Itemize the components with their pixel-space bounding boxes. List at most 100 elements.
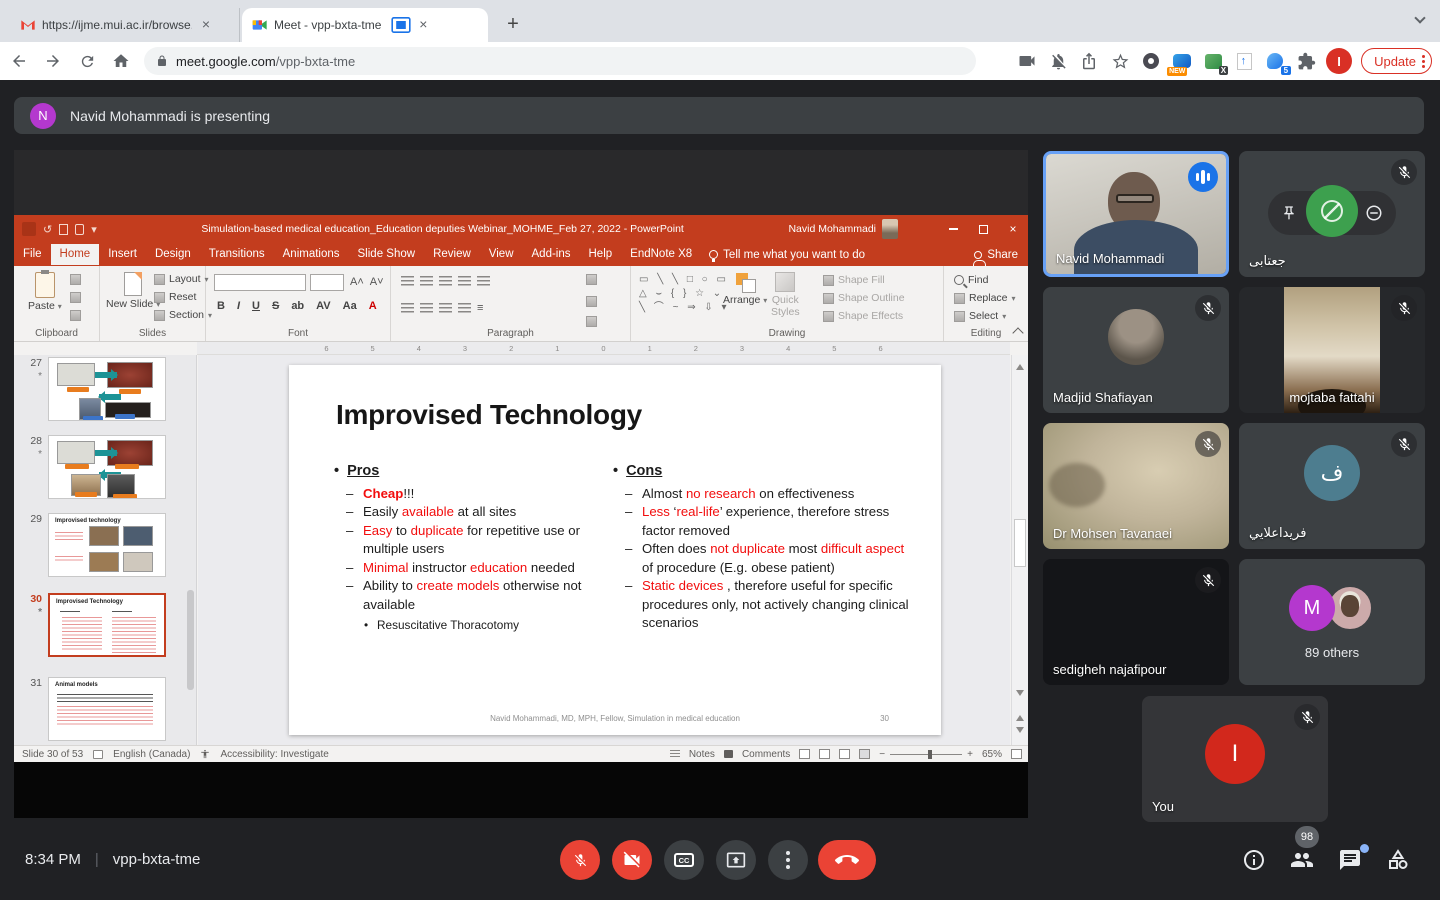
scroll-up-icon[interactable] xyxy=(1016,360,1024,370)
back-button[interactable] xyxy=(4,46,34,76)
font-name-input[interactable] xyxy=(214,274,306,291)
forward-button[interactable] xyxy=(38,46,68,76)
slide-canvas[interactable]: Improvised Technology •Pros –Cheap!!!–Ea… xyxy=(289,365,941,735)
extension-new-icon[interactable]: NEW xyxy=(1171,50,1193,72)
participant-tile-mohsen[interactable]: Dr Mohsen Tavanaei xyxy=(1043,423,1229,549)
ribbon-tab[interactable]: Help xyxy=(580,244,622,265)
extension-idm-icon[interactable]: X xyxy=(1202,50,1224,72)
shape-fill-button[interactable]: Shape Fill xyxy=(823,274,885,286)
self-tile[interactable]: I You xyxy=(1142,696,1328,822)
thumbnail-slide-27[interactable]: 27* xyxy=(20,357,166,421)
thumbnail-slide-30-selected[interactable]: 30* Improvised Technology xyxy=(20,593,166,657)
align-center-icon[interactable] xyxy=(420,303,433,314)
comments-button[interactable]: Comments xyxy=(742,749,790,760)
format-painter-icon[interactable] xyxy=(70,310,81,321)
italic-button[interactable]: I xyxy=(234,300,243,312)
new-tab-button[interactable]: + xyxy=(500,12,526,38)
line-spacing-icon[interactable] xyxy=(477,276,490,287)
spellcheck-icon[interactable] xyxy=(93,750,103,759)
address-bar[interactable]: meet.google.com/vpp-bxta-tme xyxy=(144,47,976,75)
ribbon-tab[interactable]: Animations xyxy=(274,244,349,265)
numbering-icon[interactable] xyxy=(420,276,433,287)
indent-increase-icon[interactable] xyxy=(458,276,471,287)
more-options-button[interactable] xyxy=(768,840,808,880)
thumbnail-slide-29[interactable]: 29 Improvised technology xyxy=(20,513,166,577)
others-tile[interactable]: M 89 others xyxy=(1239,559,1425,685)
justify-icon[interactable] xyxy=(458,303,471,314)
zoom-percentage[interactable]: 65% xyxy=(982,749,1002,760)
ribbon-tab[interactable]: Home xyxy=(51,244,100,265)
smartart-icon[interactable] xyxy=(586,316,597,327)
participant-tile-farida[interactable]: ف فريداعلايي xyxy=(1239,423,1425,549)
zoom-out-icon[interactable]: − xyxy=(879,749,885,760)
notes-button[interactable]: Notes xyxy=(689,749,715,760)
captions-button[interactable]: CC xyxy=(664,840,704,880)
participant-tile-mojtaba[interactable]: mojtaba fattahi xyxy=(1239,287,1425,413)
chrome-menu-icon[interactable] xyxy=(1422,55,1425,68)
thumbnail-slide-28[interactable]: 28* xyxy=(20,435,166,499)
participant-tile-madjid[interactable]: Madjid Shafiayan xyxy=(1043,287,1229,413)
ribbon-tab[interactable]: View xyxy=(480,244,523,265)
shape-outline-button[interactable]: Shape Outline xyxy=(823,292,905,304)
scroll-down-icon[interactable] xyxy=(1016,690,1024,700)
browser-tab-meet[interactable]: Meet - vpp-bxta-tme × xyxy=(242,8,488,42)
tab-search-chevron-icon[interactable] xyxy=(1416,14,1430,28)
quick-styles-button[interactable]: QuickStyles xyxy=(771,272,800,318)
previous-slide-icon[interactable] xyxy=(1016,711,1024,721)
font-color-button[interactable]: A xyxy=(366,300,380,312)
camera-toggle-button[interactable] xyxy=(612,840,652,880)
ribbon-tab[interactable]: Slide Show xyxy=(349,244,425,265)
slide-vertical-scrollbar[interactable] xyxy=(1011,355,1028,745)
font-size-input[interactable] xyxy=(310,274,344,291)
character-spacing-button[interactable]: AV xyxy=(313,300,333,312)
thumbnail-scrollbar[interactable] xyxy=(187,590,194,690)
tab-close-icon[interactable]: × xyxy=(198,17,214,33)
participant-tile-jetabi[interactable]: جعتابی xyxy=(1239,151,1425,277)
extension-ghost-icon[interactable] xyxy=(1140,50,1162,72)
extension-uploader-icon[interactable] xyxy=(1233,50,1255,72)
minimize-button[interactable] xyxy=(938,215,968,243)
bookmark-star-icon[interactable] xyxy=(1109,50,1131,72)
zoom-in-icon[interactable]: + xyxy=(967,749,973,760)
participant-tile-sedigheh[interactable]: sedigheh najafipour xyxy=(1043,559,1229,685)
browser-tab-ijme[interactable]: https://ijme.mui.ac.ir/browse.p × xyxy=(10,8,240,42)
extensions-puzzle-icon[interactable] xyxy=(1295,50,1317,72)
new-slide-button[interactable]: New Slide ▾ xyxy=(106,272,160,310)
replace-button[interactable]: Replace▾ xyxy=(954,292,1016,304)
text-shadow-button[interactable]: ab xyxy=(288,300,307,312)
save-icon[interactable] xyxy=(75,224,84,235)
show-participants-button[interactable] xyxy=(1290,848,1314,872)
strikethrough-button[interactable]: S xyxy=(269,300,282,312)
restore-button[interactable] xyxy=(968,215,998,243)
leave-call-button[interactable] xyxy=(818,840,876,880)
shape-effects-button[interactable]: Shape Effects xyxy=(823,310,903,322)
align-text-icon[interactable] xyxy=(586,296,597,307)
arrange-button[interactable]: Arrange ▾ xyxy=(723,272,767,306)
new-file-icon[interactable] xyxy=(59,224,68,235)
ribbon-tab[interactable]: Transitions xyxy=(200,244,274,265)
camera-in-use-icon[interactable] xyxy=(1016,50,1038,72)
columns-icon[interactable]: ≡ xyxy=(477,302,483,314)
ppt-share-button[interactable]: Share xyxy=(974,249,1018,261)
ribbon-tab[interactable]: EndNote X8 xyxy=(621,244,701,265)
ribbon-display-options-icon[interactable] xyxy=(908,215,938,243)
tell-me-box[interactable]: Tell me what you want to do xyxy=(709,249,865,261)
indent-decrease-icon[interactable] xyxy=(439,276,452,287)
cut-icon[interactable] xyxy=(70,274,81,285)
chat-button[interactable] xyxy=(1338,848,1362,872)
ribbon-tab[interactable]: Design xyxy=(146,244,200,265)
paste-button[interactable]: Paste ▾ xyxy=(28,272,62,312)
slide-thumbnail-panel[interactable]: 27* 28* xyxy=(14,355,197,745)
meeting-details-button[interactable] xyxy=(1242,848,1266,872)
select-button[interactable]: Select▾ xyxy=(954,310,1006,322)
reset-button[interactable]: Reset xyxy=(154,291,196,303)
scrollbar-thumb[interactable] xyxy=(1014,519,1026,567)
activities-button[interactable] xyxy=(1386,848,1410,872)
present-button[interactable] xyxy=(716,840,756,880)
accessibility-label[interactable]: Accessibility: Investigate xyxy=(220,749,328,760)
tab-sharing-indicator-icon[interactable] xyxy=(391,17,411,33)
align-right-icon[interactable] xyxy=(439,303,452,314)
bold-button[interactable]: B xyxy=(214,300,228,312)
share-page-icon[interactable] xyxy=(1078,50,1100,72)
home-button[interactable] xyxy=(106,46,136,76)
